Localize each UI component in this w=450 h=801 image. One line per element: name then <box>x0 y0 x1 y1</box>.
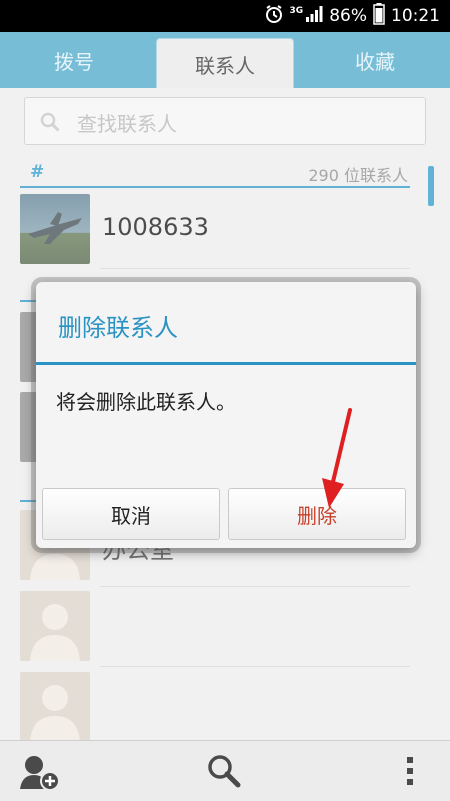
alarm-icon <box>264 4 284 29</box>
battery-level: 86% <box>329 6 367 26</box>
status-bar: 3G 86% 10:21 <box>0 0 450 32</box>
clock: 10:21 <box>391 6 440 26</box>
cancel-button[interactable]: 取消 <box>42 488 220 540</box>
battery-icon <box>373 2 385 30</box>
bottom-toolbar <box>0 740 450 801</box>
overflow-menu-icon[interactable] <box>400 755 420 791</box>
arrow-annotation-icon <box>322 408 352 508</box>
signal-icon <box>305 5 323 28</box>
network-type: 3G <box>289 6 304 16</box>
dialog-title: 删除联系人 <box>58 314 178 342</box>
dialog-message: 将会删除此联系人。 <box>56 390 236 414</box>
add-contact-icon[interactable] <box>18 753 62 797</box>
dialog-divider <box>36 362 416 365</box>
search-icon[interactable] <box>206 753 242 793</box>
